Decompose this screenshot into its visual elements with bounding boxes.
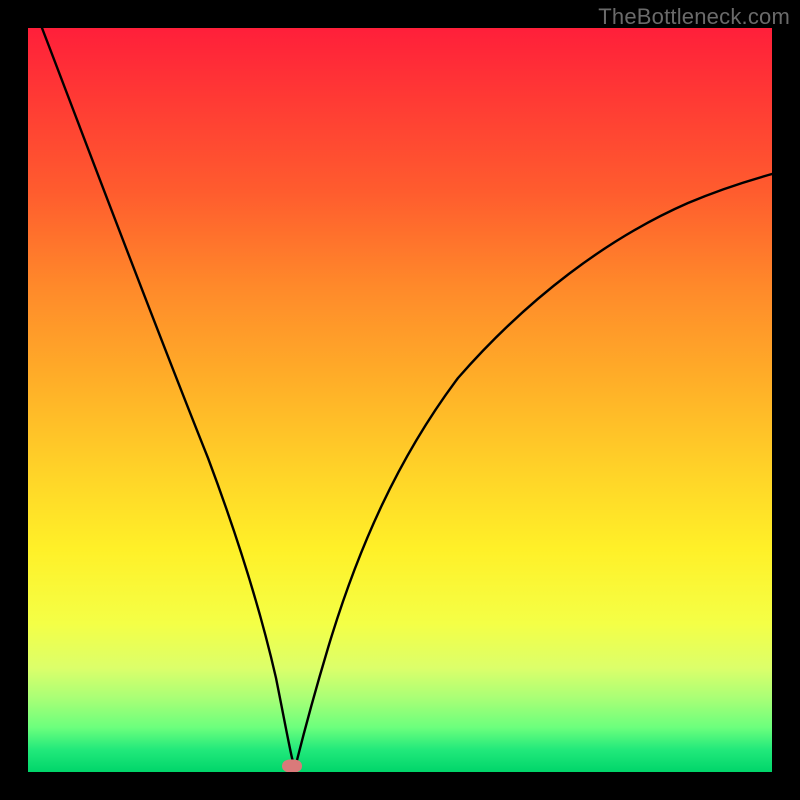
watermark-text: TheBottleneck.com [598,4,790,30]
chart-stage: TheBottleneck.com [0,0,800,800]
optimum-marker [282,760,302,773]
curve-svg [28,28,772,772]
plot-area [28,28,772,772]
bottleneck-curve-path [42,28,772,768]
